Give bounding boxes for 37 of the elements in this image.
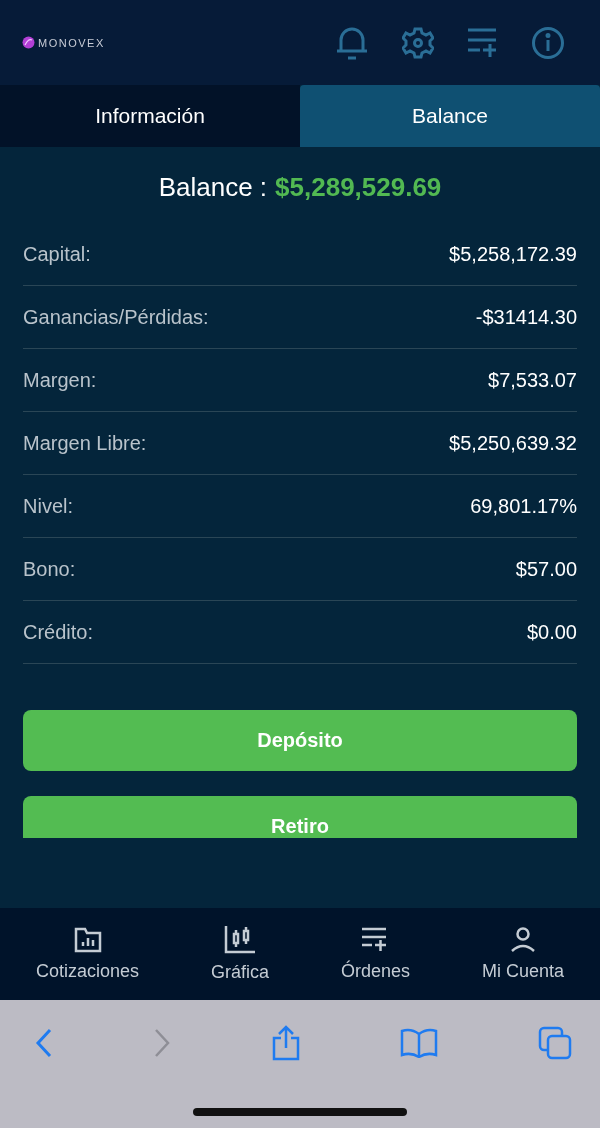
user-icon (510, 926, 536, 953)
tab[interactable]: Información (0, 85, 300, 147)
row-value: $0.00 (526, 620, 577, 644)
list-add-icon[interactable] (468, 26, 498, 59)
row-label: Bono: (23, 557, 76, 581)
nav-item[interactable]: Gráfica (211, 925, 269, 983)
forward-icon[interactable] (152, 1028, 171, 1058)
row-label: Crédito: (23, 620, 94, 644)
info-icon[interactable] (532, 26, 564, 59)
row-value: $5,250,639.32 (449, 431, 577, 455)
settings-icon[interactable] (402, 26, 434, 59)
tabs-icon[interactable] (538, 1026, 572, 1060)
logo-text: MONOVEX (38, 36, 105, 49)
logo-icon (22, 36, 35, 49)
row-value: $5,258,172.39 (449, 242, 577, 266)
row-label: Nivel: (23, 494, 73, 518)
row-label: Capital: (23, 242, 91, 266)
book-icon[interactable] (400, 1028, 439, 1058)
bell-icon[interactable] (336, 25, 368, 60)
balance-label: Balance : (158, 172, 268, 203)
row-value: 69,801.17% (470, 494, 577, 518)
nav-item[interactable]: Órdenes (340, 926, 410, 982)
tab[interactable]: Balance (300, 85, 600, 147)
candlestick-icon (224, 925, 256, 954)
nav-item[interactable]: Mi Cuenta (481, 926, 564, 982)
row-label: Ganancias/Pérdidas: (23, 305, 209, 329)
row-value: $7,533.07 (488, 368, 577, 392)
back-icon[interactable] (35, 1028, 53, 1058)
share-icon[interactable] (270, 1025, 301, 1061)
balance-value: $5,289,529.69 (275, 172, 442, 203)
nav-item[interactable]: Cotizaciones (35, 926, 140, 982)
list-add-icon (362, 926, 389, 953)
folder-chart-icon (73, 926, 102, 953)
row-value: $57.00 (515, 557, 577, 581)
row-value: -$31414.30 (475, 305, 577, 329)
row-label: Margen Libre: (23, 431, 147, 455)
row-label: Margen: (23, 368, 97, 392)
